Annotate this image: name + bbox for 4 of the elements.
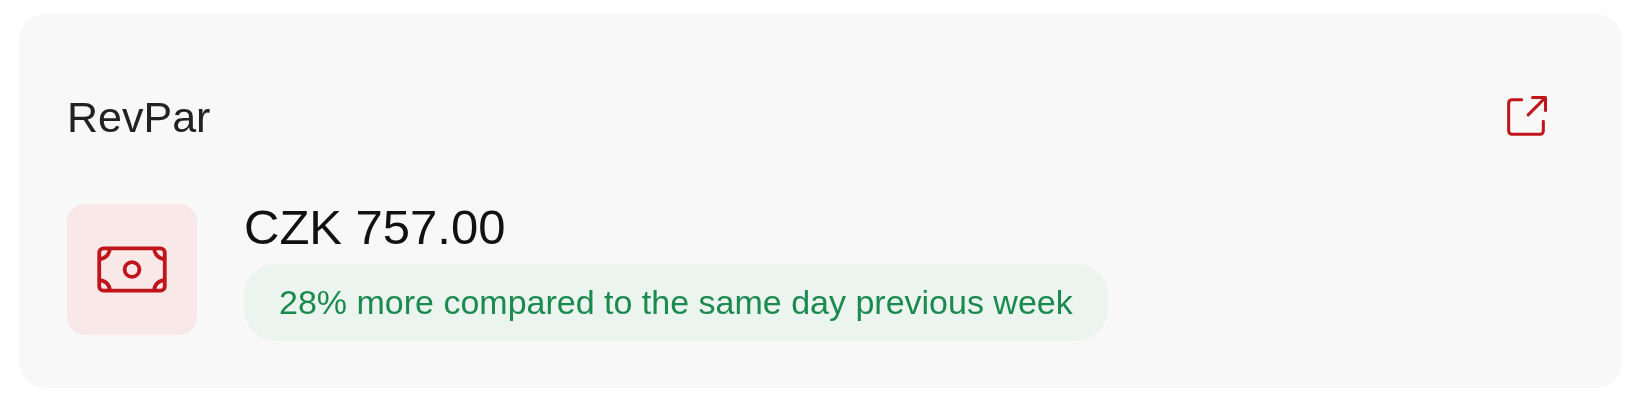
banknote-icon xyxy=(95,244,169,295)
card-title: RevPar xyxy=(67,92,211,142)
comparison-badge: 28% more compared to the same day previous week xyxy=(244,264,1108,341)
metric-value: CZK 757.00 xyxy=(244,202,507,252)
